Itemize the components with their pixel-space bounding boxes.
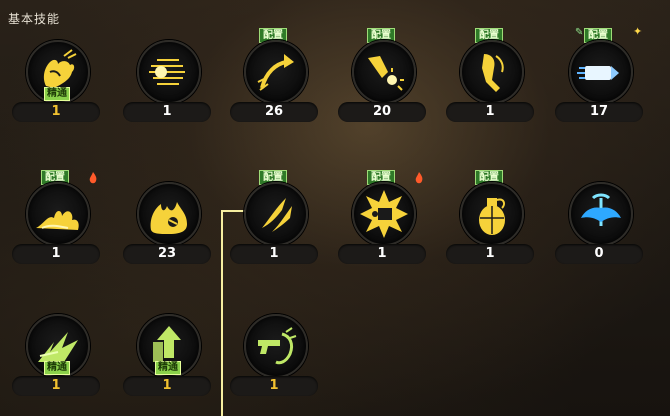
- panel-title: 基本技能: [8, 12, 61, 26]
- blue-eagle-icon: [569, 182, 633, 246]
- skill-count: 0: [555, 244, 643, 264]
- skill-count: 17: [555, 102, 643, 122]
- mastery-badge: 精通: [155, 361, 181, 375]
- arrow-strike-icon: [244, 40, 308, 104]
- slash-claw-icon: [244, 182, 308, 246]
- skill-tree-connector: [221, 210, 223, 416]
- bullet-icon: [569, 40, 633, 104]
- skill-count: 1: [230, 376, 318, 396]
- skill-slot-1[interactable]: 精通 1: [12, 40, 102, 136]
- flame-icon: [89, 172, 97, 184]
- grenade-icon: [460, 182, 524, 246]
- skill-slot-10[interactable]: 配置 1: [338, 170, 428, 278]
- skill-slot-9[interactable]: 配置 1: [230, 170, 320, 278]
- paperclip-icon: ✎: [575, 27, 584, 38]
- skill-count: 1: [446, 102, 534, 122]
- skill-count: 1: [12, 244, 100, 264]
- skill-slot-3[interactable]: 配置 26: [230, 28, 320, 136]
- skill-count: 1: [123, 102, 211, 122]
- skill-count: 1: [123, 376, 211, 396]
- skill-count: 23: [123, 244, 211, 264]
- skill-slot-15[interactable]: 1: [230, 314, 320, 410]
- skill-slot-6[interactable]: ✎ 配置 ✦ 17: [555, 26, 645, 136]
- speed-dash-icon: [137, 40, 201, 104]
- heavy-punch-icon: [352, 40, 416, 104]
- skill-slot-12[interactable]: 0: [555, 182, 645, 278]
- skill-slot-13[interactable]: 精通 1: [12, 314, 102, 410]
- mastery-badge: 精通: [44, 87, 70, 101]
- pistol-dragon-icon: [244, 314, 308, 378]
- skill-count: 1: [12, 376, 100, 396]
- skill-slot-14[interactable]: 精通 1: [123, 314, 213, 410]
- skill-slot-2[interactable]: 1: [123, 40, 213, 136]
- flame-beast-icon: [137, 182, 201, 246]
- skill-count: 20: [338, 102, 426, 122]
- skill-count: 1: [446, 244, 534, 264]
- skill-slot-5[interactable]: 配置 1: [446, 28, 536, 136]
- mastery-badge: 精通: [44, 361, 70, 375]
- skill-slot-8[interactable]: 23: [123, 182, 213, 278]
- skill-count: 26: [230, 102, 318, 122]
- skill-slot-11[interactable]: 配置 1: [446, 170, 536, 278]
- leg-kick-icon: [460, 40, 524, 104]
- skill-count: 1: [230, 244, 318, 264]
- skill-count: 1: [12, 102, 100, 122]
- sparkle-icon: ✦: [633, 25, 643, 38]
- skill-count: 1: [338, 244, 426, 264]
- skill-slot-4[interactable]: 配置 20: [338, 28, 428, 136]
- skill-slot-7[interactable]: 配置 1: [12, 170, 102, 278]
- flame-icon: [415, 172, 423, 184]
- fire-wave-icon: [26, 182, 90, 246]
- explosion-icon: [352, 182, 416, 246]
